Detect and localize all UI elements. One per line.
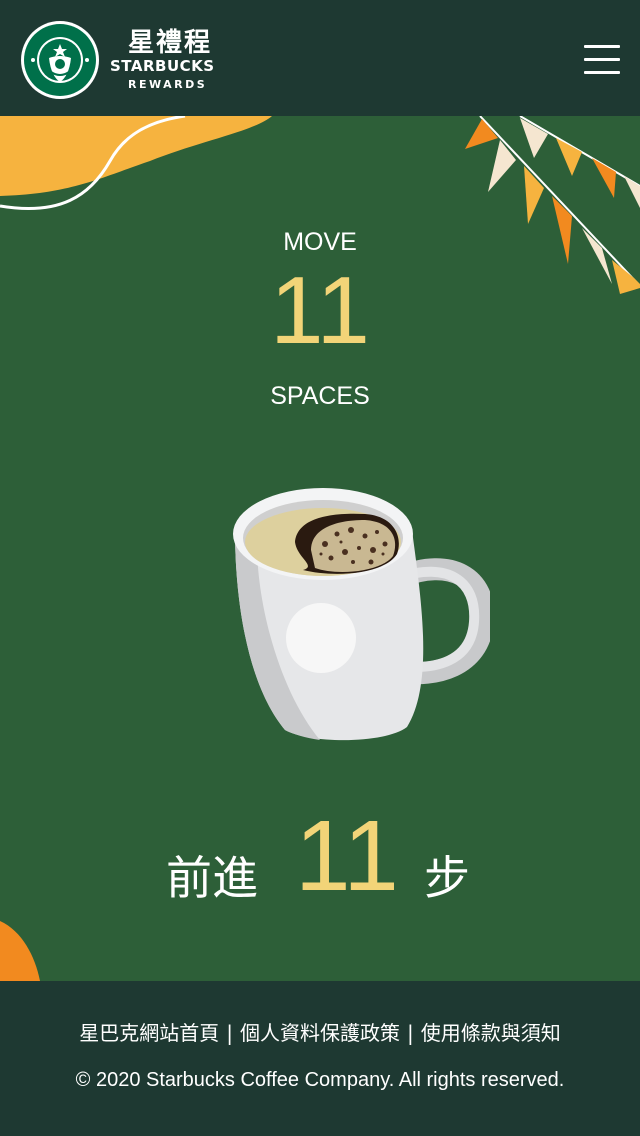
header: 星禮程 STARBUCKS REWARDS	[0, 0, 640, 116]
orange-blob-bottom-left	[0, 921, 40, 981]
brand-subtitle: REWARDS	[128, 78, 208, 91]
advance-steps-line: 前進 11 步	[0, 806, 640, 906]
advance-prefix: 前進	[166, 851, 258, 905]
hamburger-menu-icon[interactable]	[584, 45, 620, 75]
starbucks-siren-logo-icon[interactable]	[20, 20, 100, 100]
footer-link-home[interactable]: 星巴克網站首頁	[79, 1021, 219, 1045]
footer-link-privacy[interactable]: 個人資料保護政策	[240, 1021, 400, 1045]
coffee-mug-icon	[233, 488, 490, 741]
footer-links: 星巴克網站首頁 | 個人資料保護政策 | 使用條款與須知	[0, 1017, 640, 1046]
menu-line	[584, 71, 620, 74]
footer-link-terms[interactable]: 使用條款與須知	[421, 1021, 561, 1045]
brand-title-en: STARBUCKS	[110, 57, 215, 75]
move-label: MOVE	[283, 228, 357, 256]
link-separator: |	[407, 1021, 414, 1045]
footer: 星巴克網站首頁 | 個人資料保護政策 | 使用條款與須知 © 2020 Starbuck…	[0, 981, 640, 1136]
advance-suffix: 步	[424, 851, 470, 905]
brand-title-cn: 星禮程	[128, 28, 213, 58]
advance-count: 11	[295, 800, 399, 912]
link-separator: |	[226, 1021, 233, 1045]
game-result-panel: MOVE 11 SPACES 前進 11 步	[0, 116, 640, 981]
orange-blob-top-left	[0, 116, 272, 196]
spaces-count: 11	[270, 257, 370, 364]
spaces-label: SPACES	[270, 382, 370, 410]
menu-line	[584, 45, 620, 48]
menu-line	[584, 58, 620, 61]
copyright-text: © 2020 Starbucks Coffee Company. All rig…	[75, 1069, 565, 1091]
